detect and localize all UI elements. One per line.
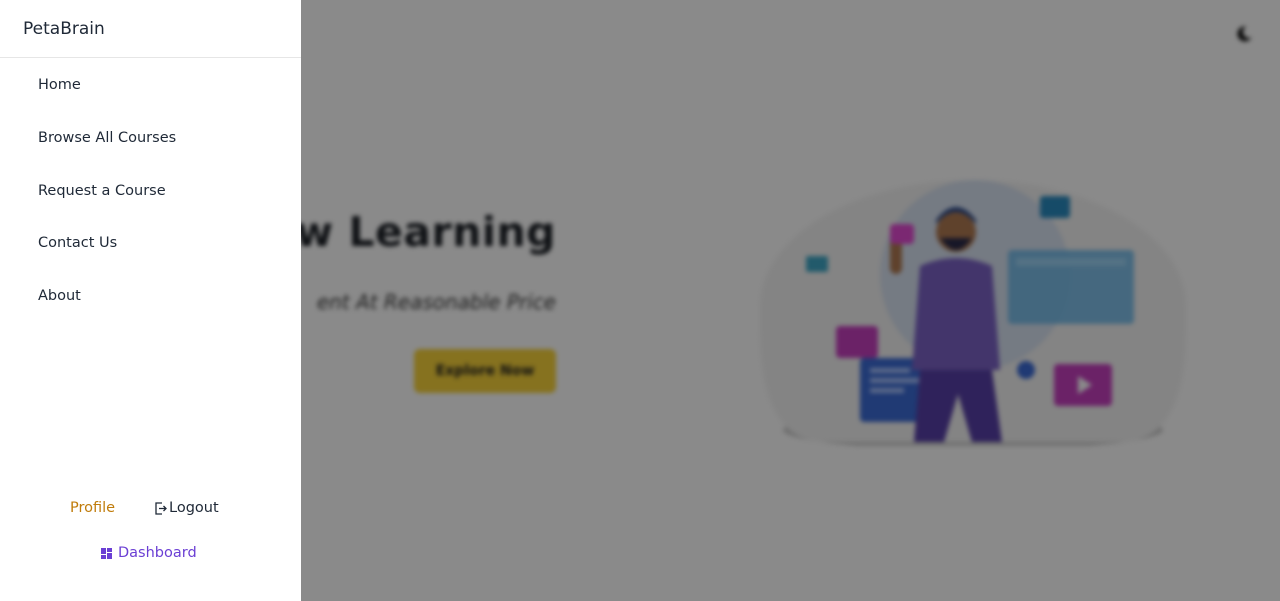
- nav-item-home[interactable]: Home: [38, 77, 81, 93]
- nav-item-about[interactable]: About: [38, 288, 81, 304]
- nav-item-browse-courses[interactable]: Browse All Courses: [38, 130, 176, 146]
- logout-button[interactable]: Logout: [154, 500, 219, 516]
- dashboard-icon: [101, 547, 112, 559]
- drawer-brand[interactable]: PetaBrain: [0, 0, 301, 58]
- side-drawer: PetaBrain Home Browse All Courses Reques…: [0, 0, 301, 601]
- dashboard-label: Dashboard: [118, 545, 197, 561]
- logout-icon: [155, 501, 167, 515]
- dashboard-link[interactable]: Dashboard: [100, 545, 197, 561]
- nav-item-contact[interactable]: Contact Us: [38, 235, 117, 251]
- nav-item-request-course[interactable]: Request a Course: [38, 183, 166, 199]
- profile-link[interactable]: Profile: [70, 500, 115, 516]
- page: ew Learning ent At Reasonable Price Expl…: [0, 0, 1280, 601]
- logout-label: Logout: [169, 500, 219, 516]
